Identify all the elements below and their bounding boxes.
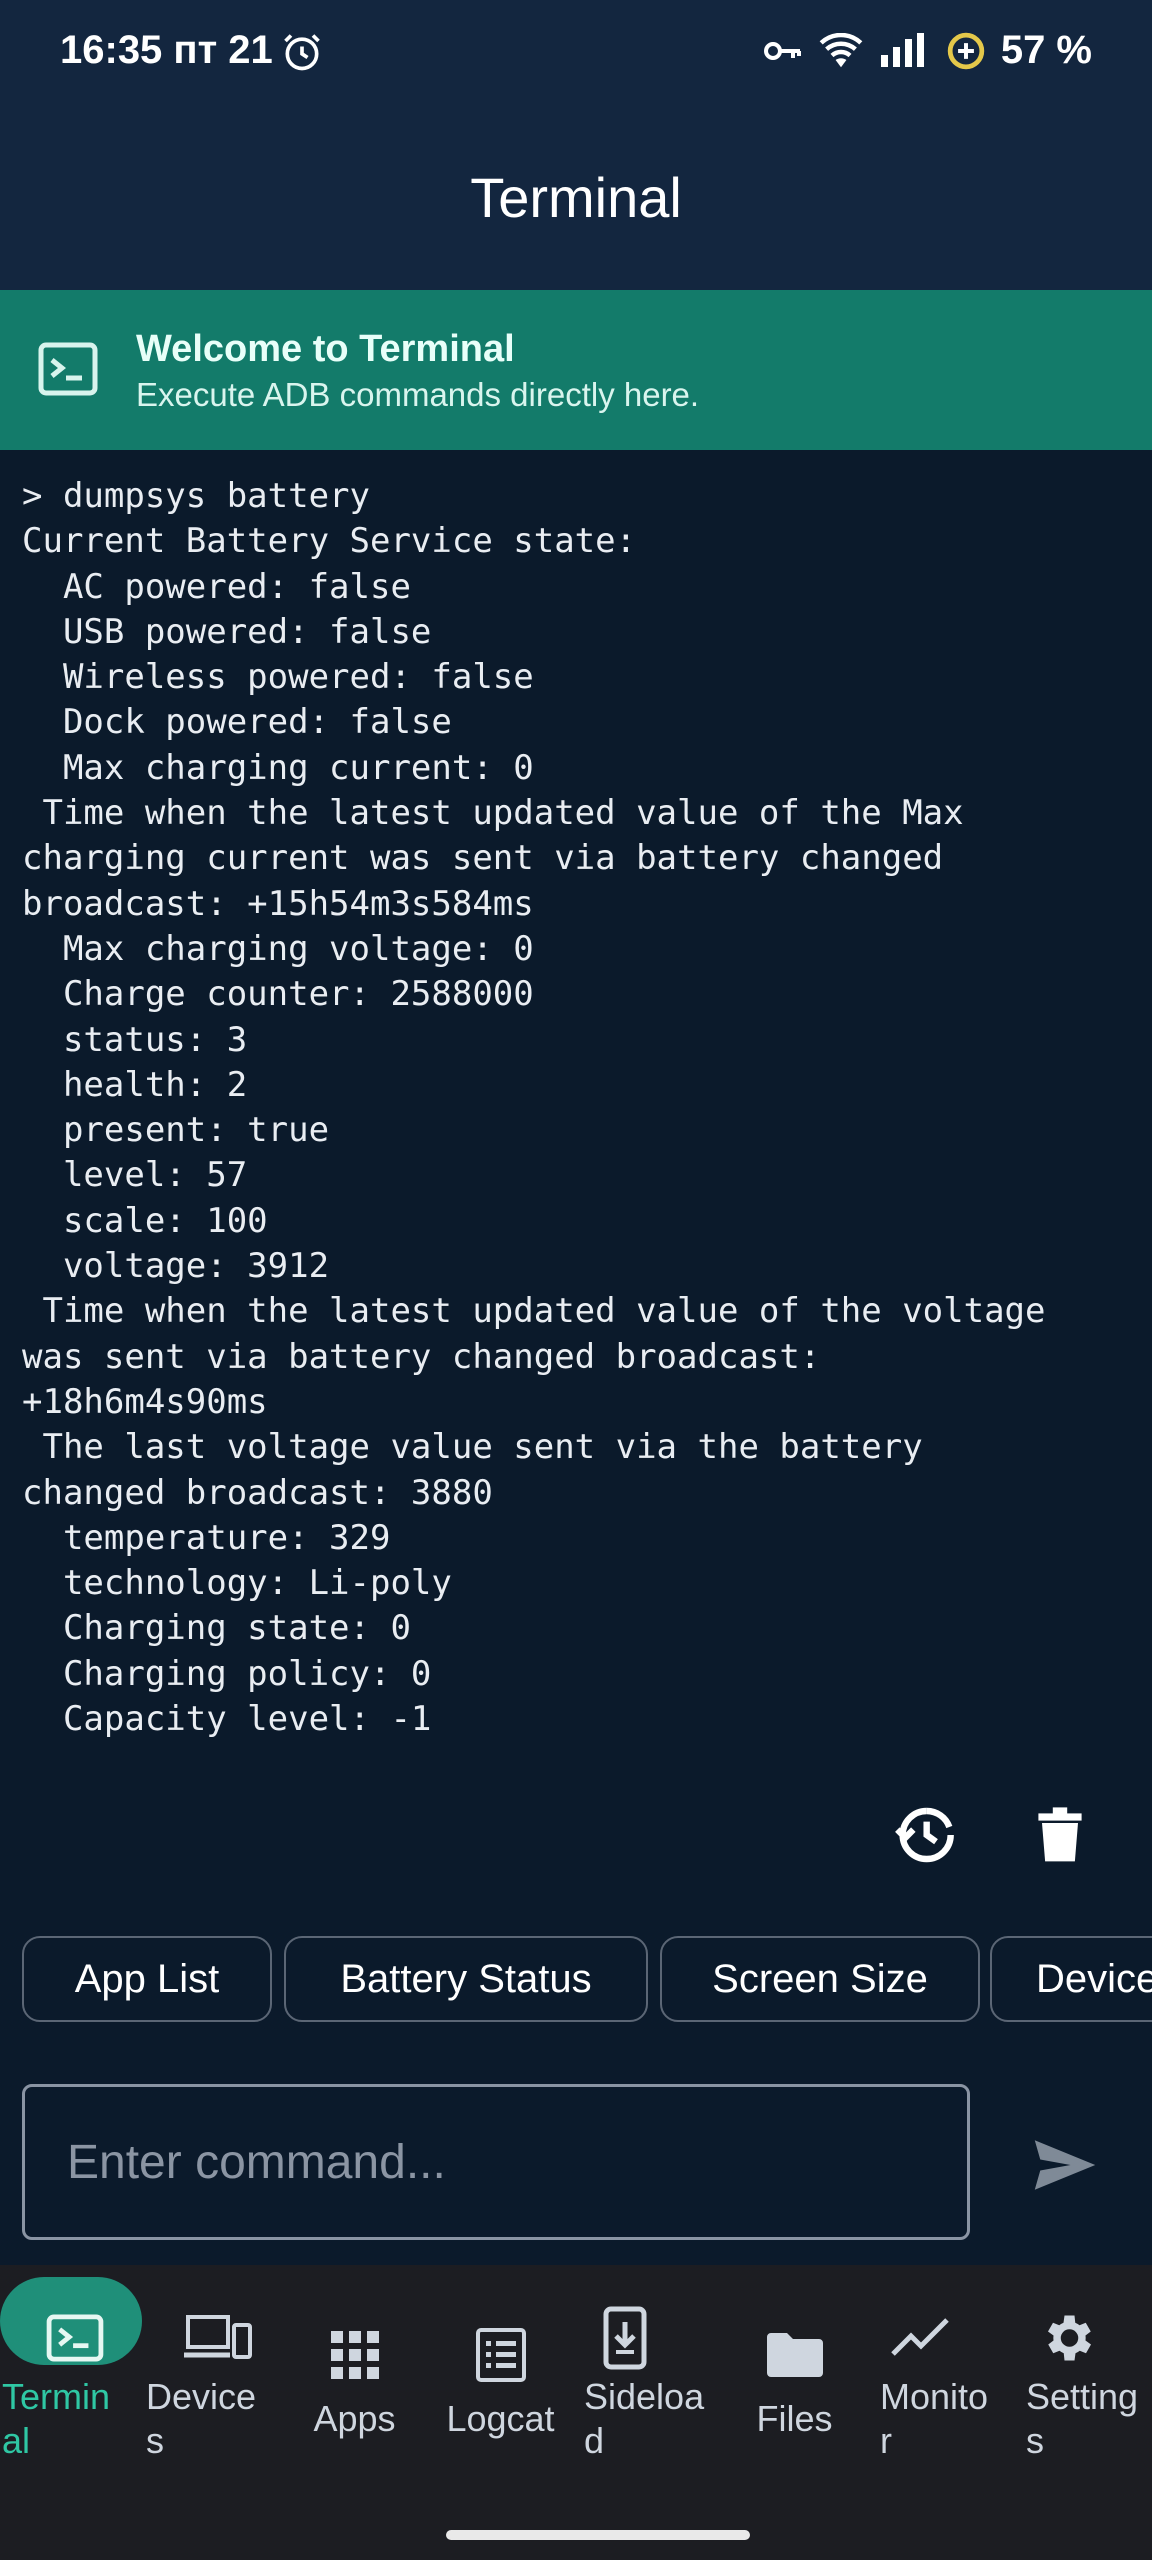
logcat-icon [475,2328,526,2382]
nav-label-monitor: Monito r [880,2376,989,2461]
nav-label-devices: Device s [146,2376,257,2461]
monitor-chart-icon [890,2318,949,2356]
devices-icon [183,2315,252,2359]
banner-title: Welcome to Terminal [136,328,515,370]
nav-apps[interactable]: Apps [282,2265,427,2505]
battery-percent: 57 % [1000,28,1092,72]
chip-app-list[interactable]: App List [22,1936,272,2022]
status-time: 16:35 пт 21 [60,28,273,72]
nav-label-apps: Apps [313,2398,396,2439]
history-icon [895,1807,954,1863]
send-icon [1034,2140,1096,2190]
nav-label-terminal: Termin al [2,2376,111,2461]
status-bar: 16:35 пт 21 57 % [0,0,1152,105]
nav-label-sideload: Sideloa d [584,2376,705,2461]
status-icons: 57 % [763,28,1092,73]
bottom-navigation: Termin al Device s Apps Logcat Sideloa d… [0,2265,1152,2560]
terminal-icon [46,2314,103,2362]
nav-devices[interactable]: Device s [146,2265,291,2505]
welcome-banner: Welcome to Terminal Execute ADB commands… [0,290,1152,450]
folder-icon [766,2333,823,2377]
clear-button[interactable] [1020,1795,1100,1875]
terminal-icon [38,342,98,396]
signal-icon [880,32,924,67]
sideload-icon [603,2306,646,2370]
command-input[interactable] [22,2084,970,2240]
quick-command-bar: App List Battery Status Screen Size Devi… [22,1936,1152,2028]
banner-subtitle: Execute ADB commands directly here. [136,376,700,413]
nav-files[interactable]: Files [722,2265,867,2505]
page-title: Terminal [470,166,682,229]
app-top-bar: 16:35 пт 21 57 % Terminal [0,0,1152,290]
nav-label-files: Files [756,2398,833,2439]
gear-icon [1047,2315,1091,2361]
chip-battery-status[interactable]: Battery Status [284,1936,648,2022]
terminal-output: > dumpsys battery Current Battery Servic… [22,476,1046,1764]
battery-saver-icon [947,32,985,69]
nav-terminal[interactable]: Termin al [0,2265,147,2505]
chip-screen-size[interactable]: Screen Size [660,1936,980,2022]
chip-device[interactable]: Device [990,1936,1152,2022]
history-button[interactable] [884,1795,964,1875]
home-gesture-bar[interactable] [446,2530,750,2540]
send-button[interactable] [1020,2120,1110,2210]
wifi-icon [819,32,863,67]
apps-grid-icon [330,2331,379,2379]
alarm-icon [284,34,320,71]
trash-icon [1038,1807,1082,1862]
vpn-key-icon [763,41,801,60]
nav-label-logcat: Logcat [446,2398,555,2439]
terminal-output-area[interactable]: > dumpsys battery Current Battery Servic… [0,450,1152,1765]
nav-label-settings: Setting s [1026,2376,1139,2461]
nav-sideload[interactable]: Sideloa d [584,2265,729,2505]
nav-settings[interactable]: Setting s [1026,2265,1152,2505]
